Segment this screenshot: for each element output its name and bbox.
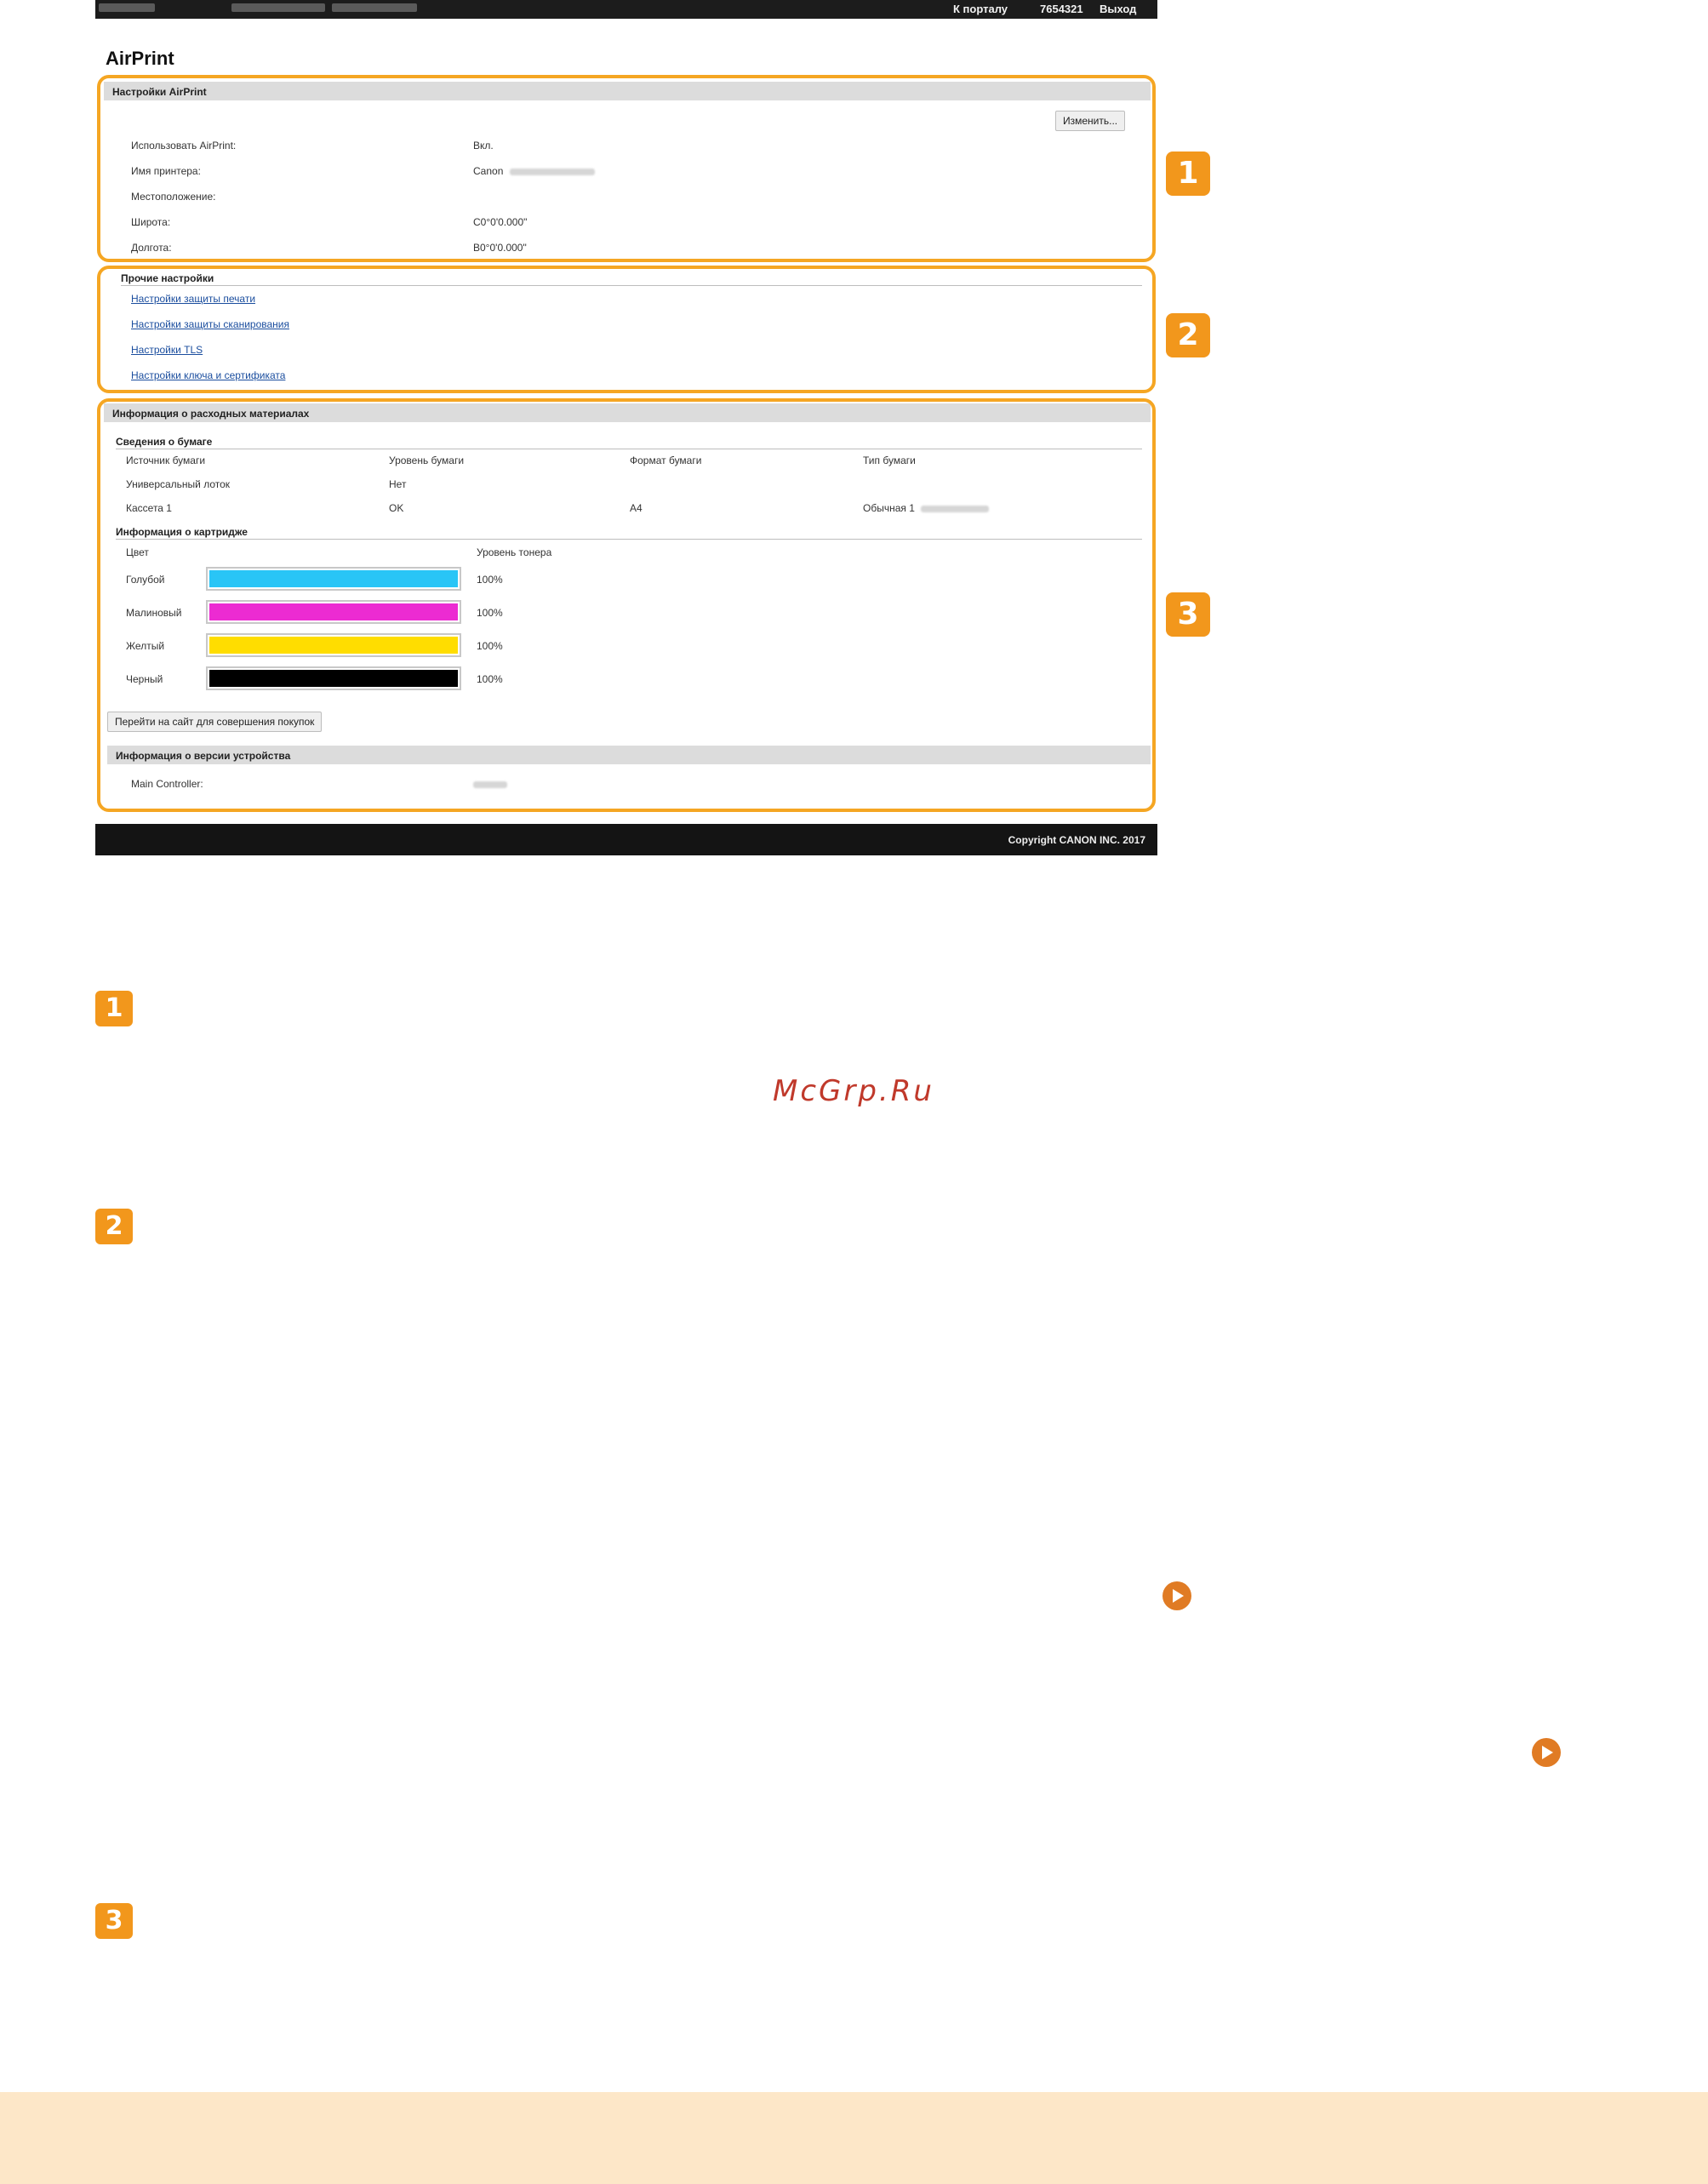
toner-yellow-fill [209,637,458,654]
main-controller-label: Main Controller: [131,778,203,790]
paper-type-redacted [921,505,990,512]
page-title: AirPrint [106,48,174,69]
breadcrumb-page[interactable] [332,3,417,12]
col-paper-source: Источник бумаги [126,455,206,466]
toner-black-fill [209,670,458,687]
tls-settings-link[interactable]: Настройки TLS [131,344,203,356]
toner-black-level: 100% [477,673,503,685]
printer-name-redacted [509,168,595,175]
printer-name-value: Canon [473,165,595,177]
longitude-value: В0°0'0.000" [473,242,527,254]
latitude-value: C0°0'0.000" [473,216,528,228]
paper-row-2-size: A4 [630,502,643,514]
version-header: Информация о версии устройства [107,746,1151,764]
other-settings-header: Прочие настройки [121,272,214,284]
longitude-label: Долгота: [131,242,172,254]
doc-callout-2: 2 [95,1209,133,1244]
col-paper-level: Уровень бумаги [389,455,465,466]
doc-callout-1: 1 [95,991,133,1026]
doc-callout-3: 3 [95,1903,133,1939]
toner-yellow-level: 100% [477,640,503,652]
paper-row-2-type-text: Обычная 1 [863,502,915,514]
printer-name-text: Canon [473,165,504,177]
edit-button[interactable]: Изменить... [1055,111,1126,131]
link-arrow-icon[interactable] [1532,1738,1561,1767]
location-label: Местоположение: [131,191,216,203]
paper-row-2-type: Обычная 1 [863,502,990,514]
toner-black-bar [206,666,461,690]
printer-name-label: Имя принтера: [131,165,201,177]
toner-yellow-bar [206,633,461,657]
toner-yellow-label: Желтый [126,640,165,652]
breadcrumb-device[interactable] [99,3,155,12]
airprint-screenshot: К порталу 7654321 Выход AirPrint Настрой… [95,0,1157,855]
use-airprint-label: Использовать AirPrint: [131,140,237,152]
paper-row-2-level: OK [389,502,404,514]
main-controller-value [473,778,507,790]
col-paper-type: Тип бумаги [863,455,916,466]
divider [116,539,1142,540]
toner-cyan-level: 100% [477,574,503,586]
callout-3: 3 [1166,592,1210,637]
toner-magenta-label: Малиновый [126,607,182,619]
toner-magenta-fill [209,603,458,620]
col-toner-level: Уровень тонера [477,546,552,558]
cartridge-info-title: Информация о картридже [116,526,248,538]
portal-link[interactable]: К порталу [953,3,1008,15]
page-footer-band [0,2092,1708,2184]
paper-row-2-source: Кассета 1 [126,502,172,514]
callout-frame-1 [97,75,1156,262]
toner-cyan-fill [209,570,458,587]
toner-black-label: Черный [126,673,163,685]
link-arrow-icon[interactable] [1162,1581,1191,1610]
shop-button[interactable]: Перейти на сайт для совершения покупок [107,712,323,732]
toner-magenta-bar [206,600,461,624]
divider [121,285,1142,286]
callout-1: 1 [1166,152,1210,196]
paper-info-title: Сведения о бумаге [116,436,213,448]
copyright-text: Copyright CANON INC. 2017 [1008,834,1145,846]
key-cert-link[interactable]: Настройки ключа и сертификата [131,369,285,381]
print-security-link[interactable]: Настройки защиты печати [131,293,255,305]
paper-row-1-level: Нет [389,478,407,490]
logout-link[interactable]: Выход [1100,3,1136,15]
user-id: 7654321 [1040,3,1083,15]
toner-cyan-label: Голубой [126,574,165,586]
col-paper-size: Формат бумаги [630,455,702,466]
latitude-label: Широта: [131,216,171,228]
toner-cyan-bar [206,567,461,591]
col-color: Цвет [126,546,149,558]
watermark: McGrp.Ru [773,1074,934,1108]
callout-2: 2 [1166,313,1210,357]
airprint-settings-header: Настройки AirPrint [104,82,1151,100]
scan-security-link[interactable]: Настройки защиты сканирования [131,318,289,330]
consumables-header: Информация о расходных материалах [104,403,1151,422]
use-airprint-value: Вкл. [473,140,494,152]
controller-version-redacted [473,780,507,788]
footer-bar: Copyright CANON INC. 2017 [95,824,1157,855]
top-bar: К порталу 7654321 Выход [95,0,1157,19]
toner-magenta-level: 100% [477,607,503,619]
breadcrumb-model[interactable] [231,3,325,12]
paper-row-1-source: Универсальный лоток [126,478,231,490]
